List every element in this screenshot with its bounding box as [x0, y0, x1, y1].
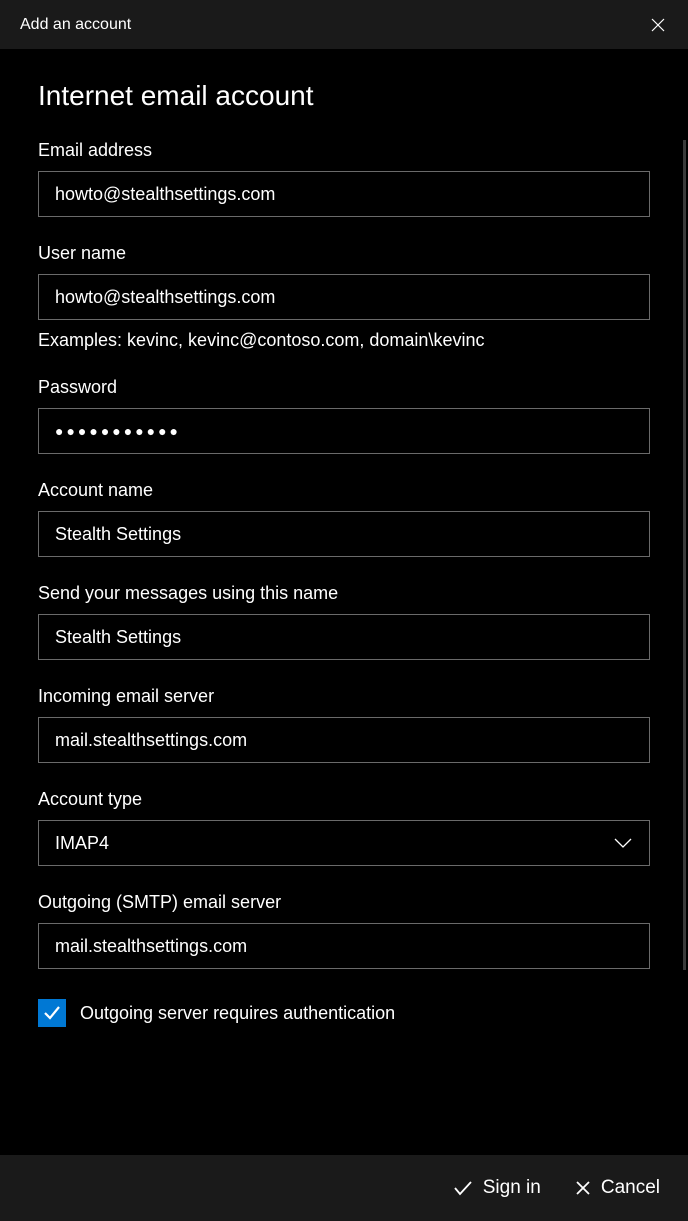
incoming-server-input[interactable]: [38, 717, 650, 763]
account-name-label: Account name: [38, 480, 650, 501]
outgoing-server-label: Outgoing (SMTP) email server: [38, 892, 650, 913]
account-type-field-group: Account type IMAP4: [38, 789, 650, 866]
close-button[interactable]: [648, 15, 668, 35]
close-icon: [651, 18, 665, 32]
account-type-label: Account type: [38, 789, 650, 810]
outgoing-auth-row: Outgoing server requires authentication: [38, 999, 650, 1027]
cancel-button[interactable]: Cancel: [575, 1177, 660, 1199]
titlebar: Add an account: [0, 0, 688, 50]
footer: Sign in Cancel: [0, 1155, 688, 1221]
username-helper: Examples: kevinc, kevinc@contoso.com, do…: [38, 330, 650, 351]
content-area: Internet email account Email address Use…: [0, 50, 688, 1155]
password-label: Password: [38, 377, 650, 398]
email-field-group: Email address: [38, 140, 650, 217]
account-name-input[interactable]: [38, 511, 650, 557]
scrollbar[interactable]: [683, 140, 686, 970]
outgoing-server-input[interactable]: [38, 923, 650, 969]
close-icon: [575, 1180, 591, 1196]
account-type-select[interactable]: IMAP4: [38, 820, 650, 866]
outgoing-auth-label: Outgoing server requires authentication: [80, 1003, 395, 1024]
password-input[interactable]: ●●●●●●●●●●●: [38, 408, 650, 454]
incoming-server-label: Incoming email server: [38, 686, 650, 707]
account-type-select-wrapper: IMAP4: [38, 820, 650, 866]
signin-button[interactable]: Sign in: [453, 1177, 541, 1199]
email-input[interactable]: [38, 171, 650, 217]
outgoing-server-field-group: Outgoing (SMTP) email server: [38, 892, 650, 969]
send-name-field-group: Send your messages using this name: [38, 583, 650, 660]
username-label: User name: [38, 243, 650, 264]
outgoing-auth-checkbox[interactable]: [38, 999, 66, 1027]
password-field-group: Password ●●●●●●●●●●●: [38, 377, 650, 454]
send-name-input[interactable]: [38, 614, 650, 660]
checkmark-icon: [453, 1180, 473, 1196]
signin-label: Sign in: [483, 1177, 541, 1199]
cancel-label: Cancel: [601, 1177, 660, 1199]
email-label: Email address: [38, 140, 650, 161]
username-input[interactable]: [38, 274, 650, 320]
titlebar-title: Add an account: [20, 16, 131, 34]
page-heading: Internet email account: [38, 80, 650, 112]
checkmark-icon: [42, 1003, 62, 1023]
account-name-field-group: Account name: [38, 480, 650, 557]
send-name-label: Send your messages using this name: [38, 583, 650, 604]
username-field-group: User name Examples: kevinc, kevinc@conto…: [38, 243, 650, 351]
incoming-server-field-group: Incoming email server: [38, 686, 650, 763]
